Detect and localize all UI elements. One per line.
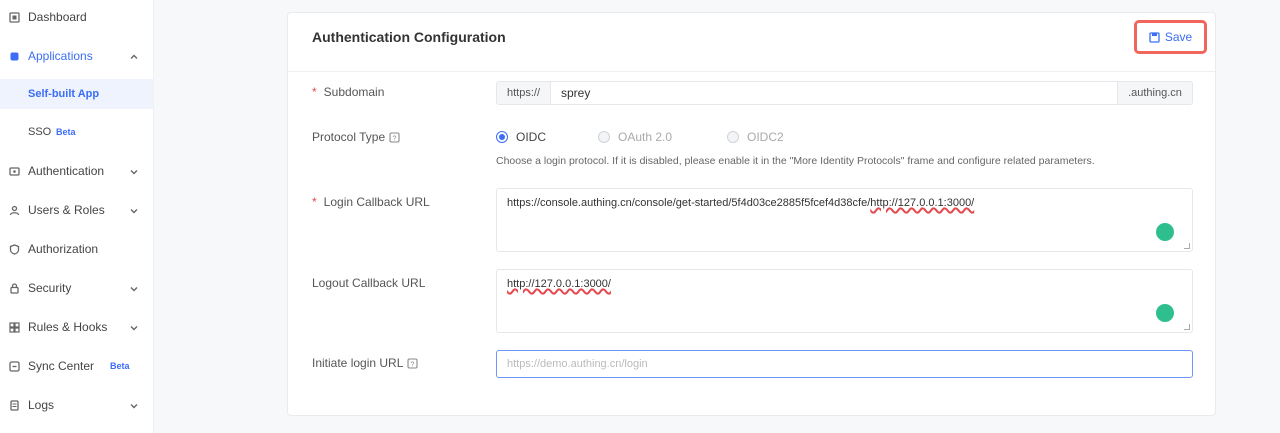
rules-icon	[9, 321, 20, 333]
logout-callback-textarea[interactable]: http://127.0.0.1:3000/	[496, 269, 1193, 333]
help-icon[interactable]: ?	[389, 131, 400, 143]
save-button[interactable]: Save	[1134, 20, 1207, 54]
help-icon[interactable]: ?	[407, 357, 418, 369]
sidebar-item-self-built-app[interactable]: Self-built App	[0, 79, 153, 109]
sidebar-item-label: Authentication	[28, 164, 105, 178]
svg-text:?: ?	[411, 361, 415, 368]
sidebar-item-authentication[interactable]: Authentication	[0, 156, 153, 186]
protocol-radio-oidc2[interactable]: OIDC2	[727, 130, 784, 144]
divider	[288, 71, 1215, 72]
protocol-hint: Choose a login protocol. If it is disabl…	[496, 155, 1095, 167]
sidebar-item-label: Users & Roles	[28, 203, 105, 217]
authorization-icon	[9, 243, 20, 255]
logs-icon	[9, 399, 20, 411]
security-icon	[9, 282, 20, 294]
sidebar-item-dashboard[interactable]: Dashboard	[0, 2, 153, 32]
resize-handle[interactable]	[1184, 324, 1190, 330]
auth-config-card: Authentication Configuration Save * Subdo…	[287, 12, 1216, 416]
subdomain-suffix: .authing.cn	[1117, 82, 1192, 104]
sidebar-item-authorization[interactable]: Authorization	[0, 234, 153, 264]
grammar-assistant-icon[interactable]	[1156, 223, 1174, 241]
sidebar-item-sync-center[interactable]: Sync Center Beta	[0, 351, 153, 381]
chevron-down-icon	[129, 400, 139, 410]
chevron-down-icon	[129, 166, 139, 176]
sidebar-item-label: Rules & Hooks	[28, 320, 108, 334]
sidebar-item-logs[interactable]: Logs	[0, 390, 153, 420]
authentication-icon	[9, 166, 20, 177]
initiate-login-input[interactable]: https://demo.authing.cn/login	[496, 350, 1193, 378]
protocol-radio-oidc[interactable]: OIDC	[496, 130, 546, 144]
resize-handle[interactable]	[1184, 243, 1190, 249]
sidebar-item-applications[interactable]: Applications	[0, 41, 153, 71]
grammar-assistant-icon[interactable]	[1156, 304, 1174, 322]
sidebar-item-label: Authorization	[28, 242, 99, 256]
sidebar-item-label: Applications	[28, 49, 93, 63]
logout-callback-label: Logout Callback URL	[312, 276, 426, 290]
login-callback-text: https://console.authing.cn/console/get-s…	[507, 197, 871, 209]
beta-badge: Beta	[56, 127, 76, 137]
login-callback-label: * Login Callback URL	[312, 195, 430, 209]
login-callback-marked-text: http://127.0.0.1:3000/	[870, 197, 975, 209]
card-title: Authentication Configuration	[312, 29, 506, 45]
svg-text:?: ?	[393, 135, 397, 142]
sidebar: Dashboard Applications Self-built App SS…	[0, 0, 154, 433]
protocol-radio-oauth2[interactable]: OAuth 2.0	[598, 130, 672, 144]
sidebar-item-users-roles[interactable]: Users & Roles	[0, 195, 153, 225]
chevron-down-icon	[129, 205, 139, 215]
save-button-label: Save	[1164, 30, 1193, 44]
login-callback-textarea[interactable]: https://console.authing.cn/console/get-s…	[496, 188, 1193, 252]
sidebar-item-label: Self-built App	[28, 88, 100, 100]
chevron-down-icon	[129, 283, 139, 293]
chevron-up-icon	[129, 51, 139, 61]
subdomain-input[interactable]: sprey	[551, 82, 1117, 104]
subdomain-field: https:// sprey .authing.cn	[496, 81, 1193, 105]
sidebar-item-label: Logs	[28, 398, 55, 412]
sidebar-item-label: Security	[28, 281, 72, 295]
subdomain-label: * Subdomain	[312, 85, 385, 99]
sidebar-item-rules-hooks[interactable]: Rules & Hooks	[0, 312, 153, 342]
chevron-down-icon	[129, 322, 139, 332]
sync-icon	[9, 360, 20, 372]
logout-callback-marked-text: http://127.0.0.1:3000/	[507, 278, 611, 290]
sidebar-item-label: Sync Center	[28, 359, 95, 373]
sidebar-item-sso[interactable]: SSO Beta	[0, 117, 153, 147]
sidebar-item-security[interactable]: Security	[0, 273, 153, 303]
sidebar-item-label: Dashboard	[28, 10, 87, 24]
sidebar-item-label: SSO	[28, 126, 52, 138]
beta-badge: Beta	[110, 361, 130, 371]
initiate-login-label: Initiate login URL ?	[312, 356, 418, 370]
dashboard-icon	[9, 11, 20, 23]
users-icon	[9, 205, 20, 216]
save-icon	[1149, 31, 1160, 43]
protocol-label: Protocol Type ?	[312, 130, 400, 144]
subdomain-prefix: https://	[497, 82, 551, 104]
applications-icon	[9, 51, 20, 62]
